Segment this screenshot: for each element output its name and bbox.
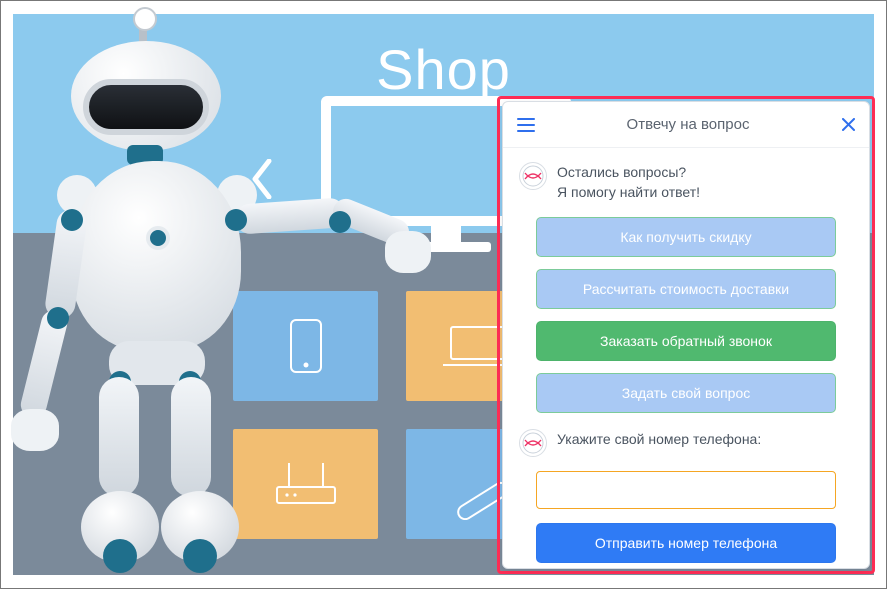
- bot-avatar-icon: [519, 429, 547, 457]
- app-stage: Shop Отвечу на: [0, 0, 887, 589]
- option-ask-button[interactable]: Задать свой вопрос: [536, 373, 836, 413]
- bot-phone-prompt: Укажите свой номер телефона:: [519, 429, 853, 457]
- chat-header: Отвечу на вопрос: [503, 102, 869, 148]
- phone-prompt-text: Укажите свой номер телефона:: [557, 429, 761, 457]
- greeting-line-1: Остались вопросы?: [557, 162, 700, 182]
- chat-body: Остались вопросы? Я помогу найти ответ! …: [503, 148, 869, 568]
- phone-input[interactable]: [536, 471, 836, 509]
- menu-icon[interactable]: [517, 118, 535, 132]
- chat-title: Отвечу на вопрос: [547, 116, 829, 133]
- option-shipping-button[interactable]: Рассчитать стоимость доставки: [536, 269, 836, 309]
- chat-widget: Отвечу на вопрос Остались вопросы? Я пом…: [502, 101, 870, 569]
- submit-phone-button[interactable]: Отправить номер телефона: [536, 523, 836, 563]
- bot-avatar-icon: [519, 162, 547, 190]
- bot-greeting: Остались вопросы? Я помогу найти ответ!: [519, 162, 853, 203]
- close-icon[interactable]: [841, 118, 855, 132]
- robot-illustration: [11, 41, 411, 581]
- option-discount-button[interactable]: Как получить скидку: [536, 217, 836, 257]
- greeting-line-2: Я помогу найти ответ!: [557, 182, 700, 202]
- option-callback-button[interactable]: Заказать обратный звонок: [536, 321, 836, 361]
- bot-greeting-text: Остались вопросы? Я помогу найти ответ!: [557, 162, 700, 203]
